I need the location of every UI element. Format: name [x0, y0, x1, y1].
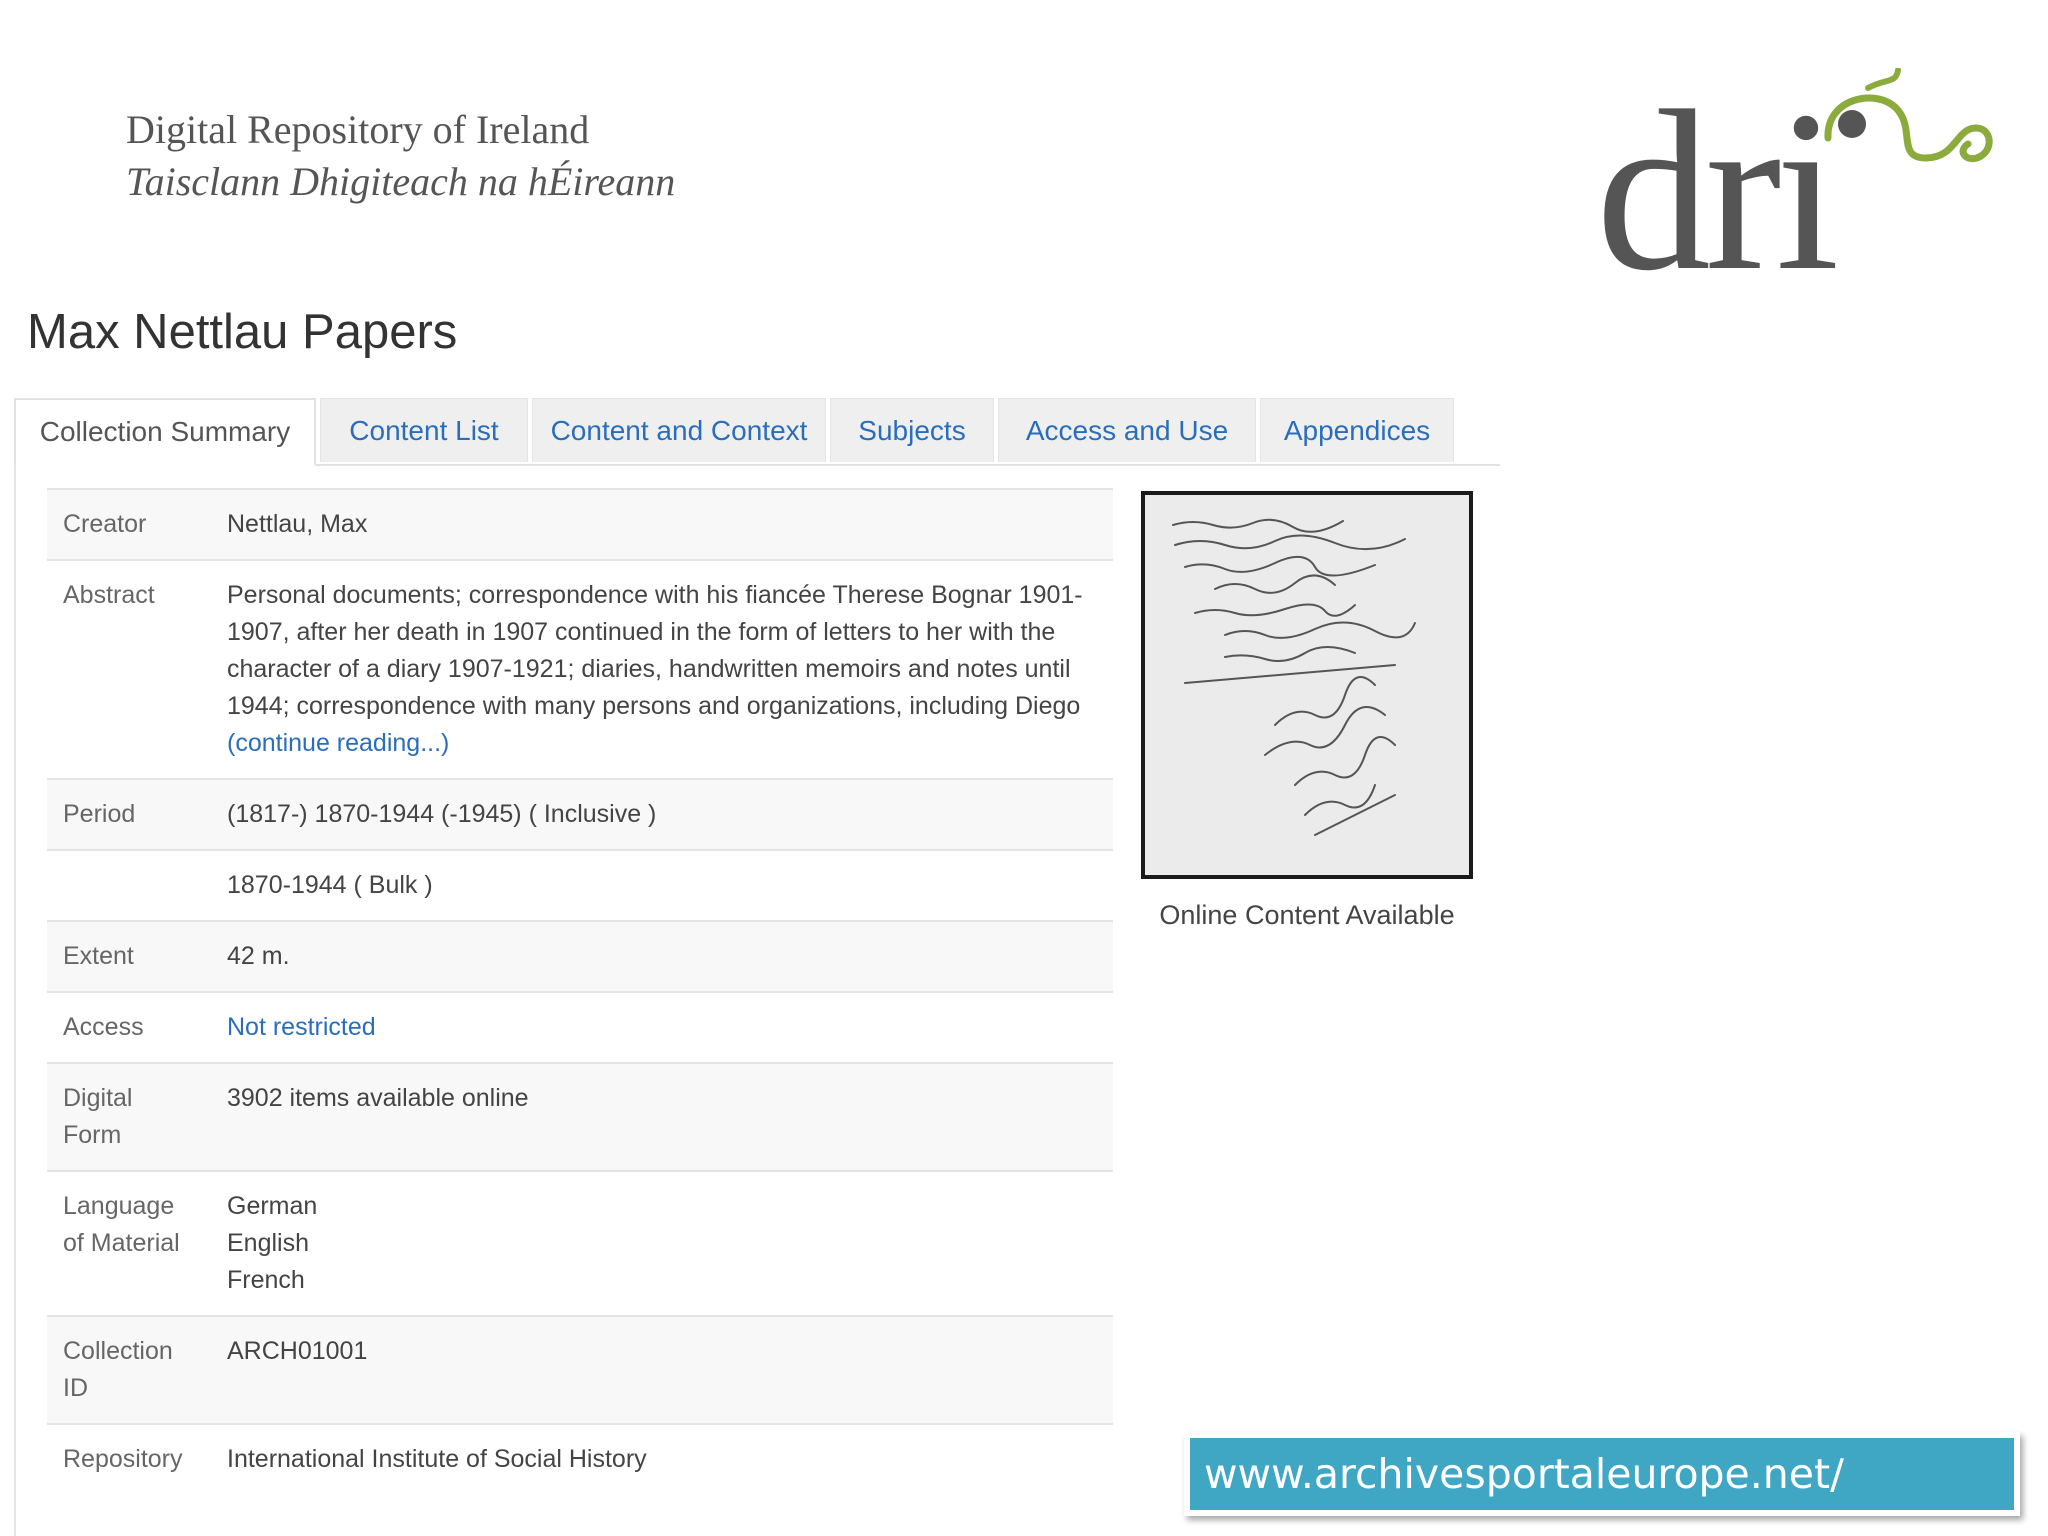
row-value: International Institute of Social Histor…: [227, 1445, 647, 1473]
summary-row-creator: Creator Nettlau, Max: [47, 489, 1113, 560]
summary-row-access: Access Not restricted: [47, 992, 1113, 1063]
dri-logo[interactable]: dri: [1596, 63, 1996, 318]
label-line: Digital: [63, 1084, 133, 1112]
logo-dot: [1838, 110, 1866, 138]
row-value: 1870-1944 ( Bulk ): [227, 871, 433, 899]
org-name-english: Digital Repository of Ireland: [126, 107, 590, 152]
language-item: German: [227, 1192, 318, 1220]
summary-row-repository: Repository International Institute of So…: [47, 1424, 1113, 1494]
row-label: Language of Material: [47, 1171, 211, 1316]
url-banner-text[interactable]: www.archivesportaleurope.net/: [1190, 1438, 2014, 1510]
tab-appendices[interactable]: Appendices: [1260, 398, 1454, 462]
label-line: Language: [63, 1192, 175, 1220]
summary-row-abstract: Abstract Personal documents; corresponde…: [47, 560, 1113, 779]
continue-reading-link[interactable]: (continue reading...): [227, 729, 449, 757]
row-value: Personal documents; correspondence with …: [211, 560, 1113, 779]
summary-row-digital-form: Digital Form 3902 items available online: [47, 1063, 1113, 1171]
row-label: Digital Form: [47, 1063, 211, 1171]
tab-content-and-context[interactable]: Content and Context: [532, 398, 826, 462]
dri-swirl-logo-icon: dri: [1596, 63, 1993, 318]
row-label: Extent: [63, 942, 134, 970]
row-label: Creator: [63, 510, 147, 538]
row-value: German English French: [211, 1171, 1113, 1316]
tab-collection-summary[interactable]: Collection Summary: [14, 398, 316, 466]
row-value: 3902 items available online: [227, 1084, 529, 1112]
row-label: Access: [63, 1013, 144, 1041]
manuscript-image: [1145, 495, 1469, 875]
language-item: French: [227, 1266, 305, 1294]
row-value: Not restricted: [211, 992, 1113, 1063]
summary-row-extent: Extent 42 m.: [47, 921, 1113, 992]
summary-row-language: Language of Material German English Fren…: [47, 1171, 1113, 1316]
org-name: Digital Repository of Ireland Taisclann …: [126, 104, 675, 208]
tab-bar: Collection Summary Content List Content …: [14, 398, 1500, 466]
url-banner[interactable]: www.archivesportaleurope.net/: [1184, 1432, 2020, 1516]
row-value: 42 m.: [227, 942, 290, 970]
logo-leaf: [1865, 67, 1901, 91]
row-value: (1817-) 1870-1944 (-1945) ( Inclusive ): [227, 800, 657, 828]
org-name-irish: Taisclann Dhigiteach na hÉireann: [126, 159, 676, 204]
row-label: Abstract: [63, 581, 155, 609]
tab-content-list[interactable]: Content List: [320, 398, 528, 462]
summary-row-period-bulk: 1870-1944 ( Bulk ): [47, 850, 1113, 921]
tab-panel-border: [14, 464, 16, 1536]
label-line: Collection: [63, 1337, 173, 1365]
row-label: [47, 850, 211, 921]
label-line: ID: [63, 1374, 88, 1402]
manuscript-thumbnail[interactable]: [1141, 491, 1473, 879]
abstract-text: Personal documents; correspondence with …: [227, 581, 1083, 720]
page-title: Max Nettlau Papers: [27, 305, 458, 359]
handwritten-page-image: [1145, 495, 1469, 875]
row-label: Period: [63, 800, 136, 828]
online-content-caption: Online Content Available: [1159, 900, 1455, 930]
tab-subjects[interactable]: Subjects: [830, 398, 994, 462]
collection-summary-table: Creator Nettlau, Max Abstract Personal d…: [47, 488, 1113, 1494]
row-label: Collection ID: [47, 1316, 211, 1424]
summary-row-period: Period (1817-) 1870-1944 (-1945) ( Inclu…: [47, 779, 1113, 850]
row-value: ARCH01001: [227, 1337, 368, 1365]
row-label: Repository: [63, 1445, 183, 1473]
tab-access-and-use[interactable]: Access and Use: [998, 398, 1256, 462]
language-item: English: [227, 1229, 309, 1257]
row-value: Nettlau, Max: [227, 510, 368, 538]
label-line: Form: [63, 1121, 122, 1149]
access-link[interactable]: Not restricted: [227, 1013, 376, 1041]
summary-row-collection-id: Collection ID ARCH01001: [47, 1316, 1113, 1424]
logo-wordmark: dri: [1596, 68, 1836, 278]
label-line: of Material: [63, 1229, 180, 1257]
